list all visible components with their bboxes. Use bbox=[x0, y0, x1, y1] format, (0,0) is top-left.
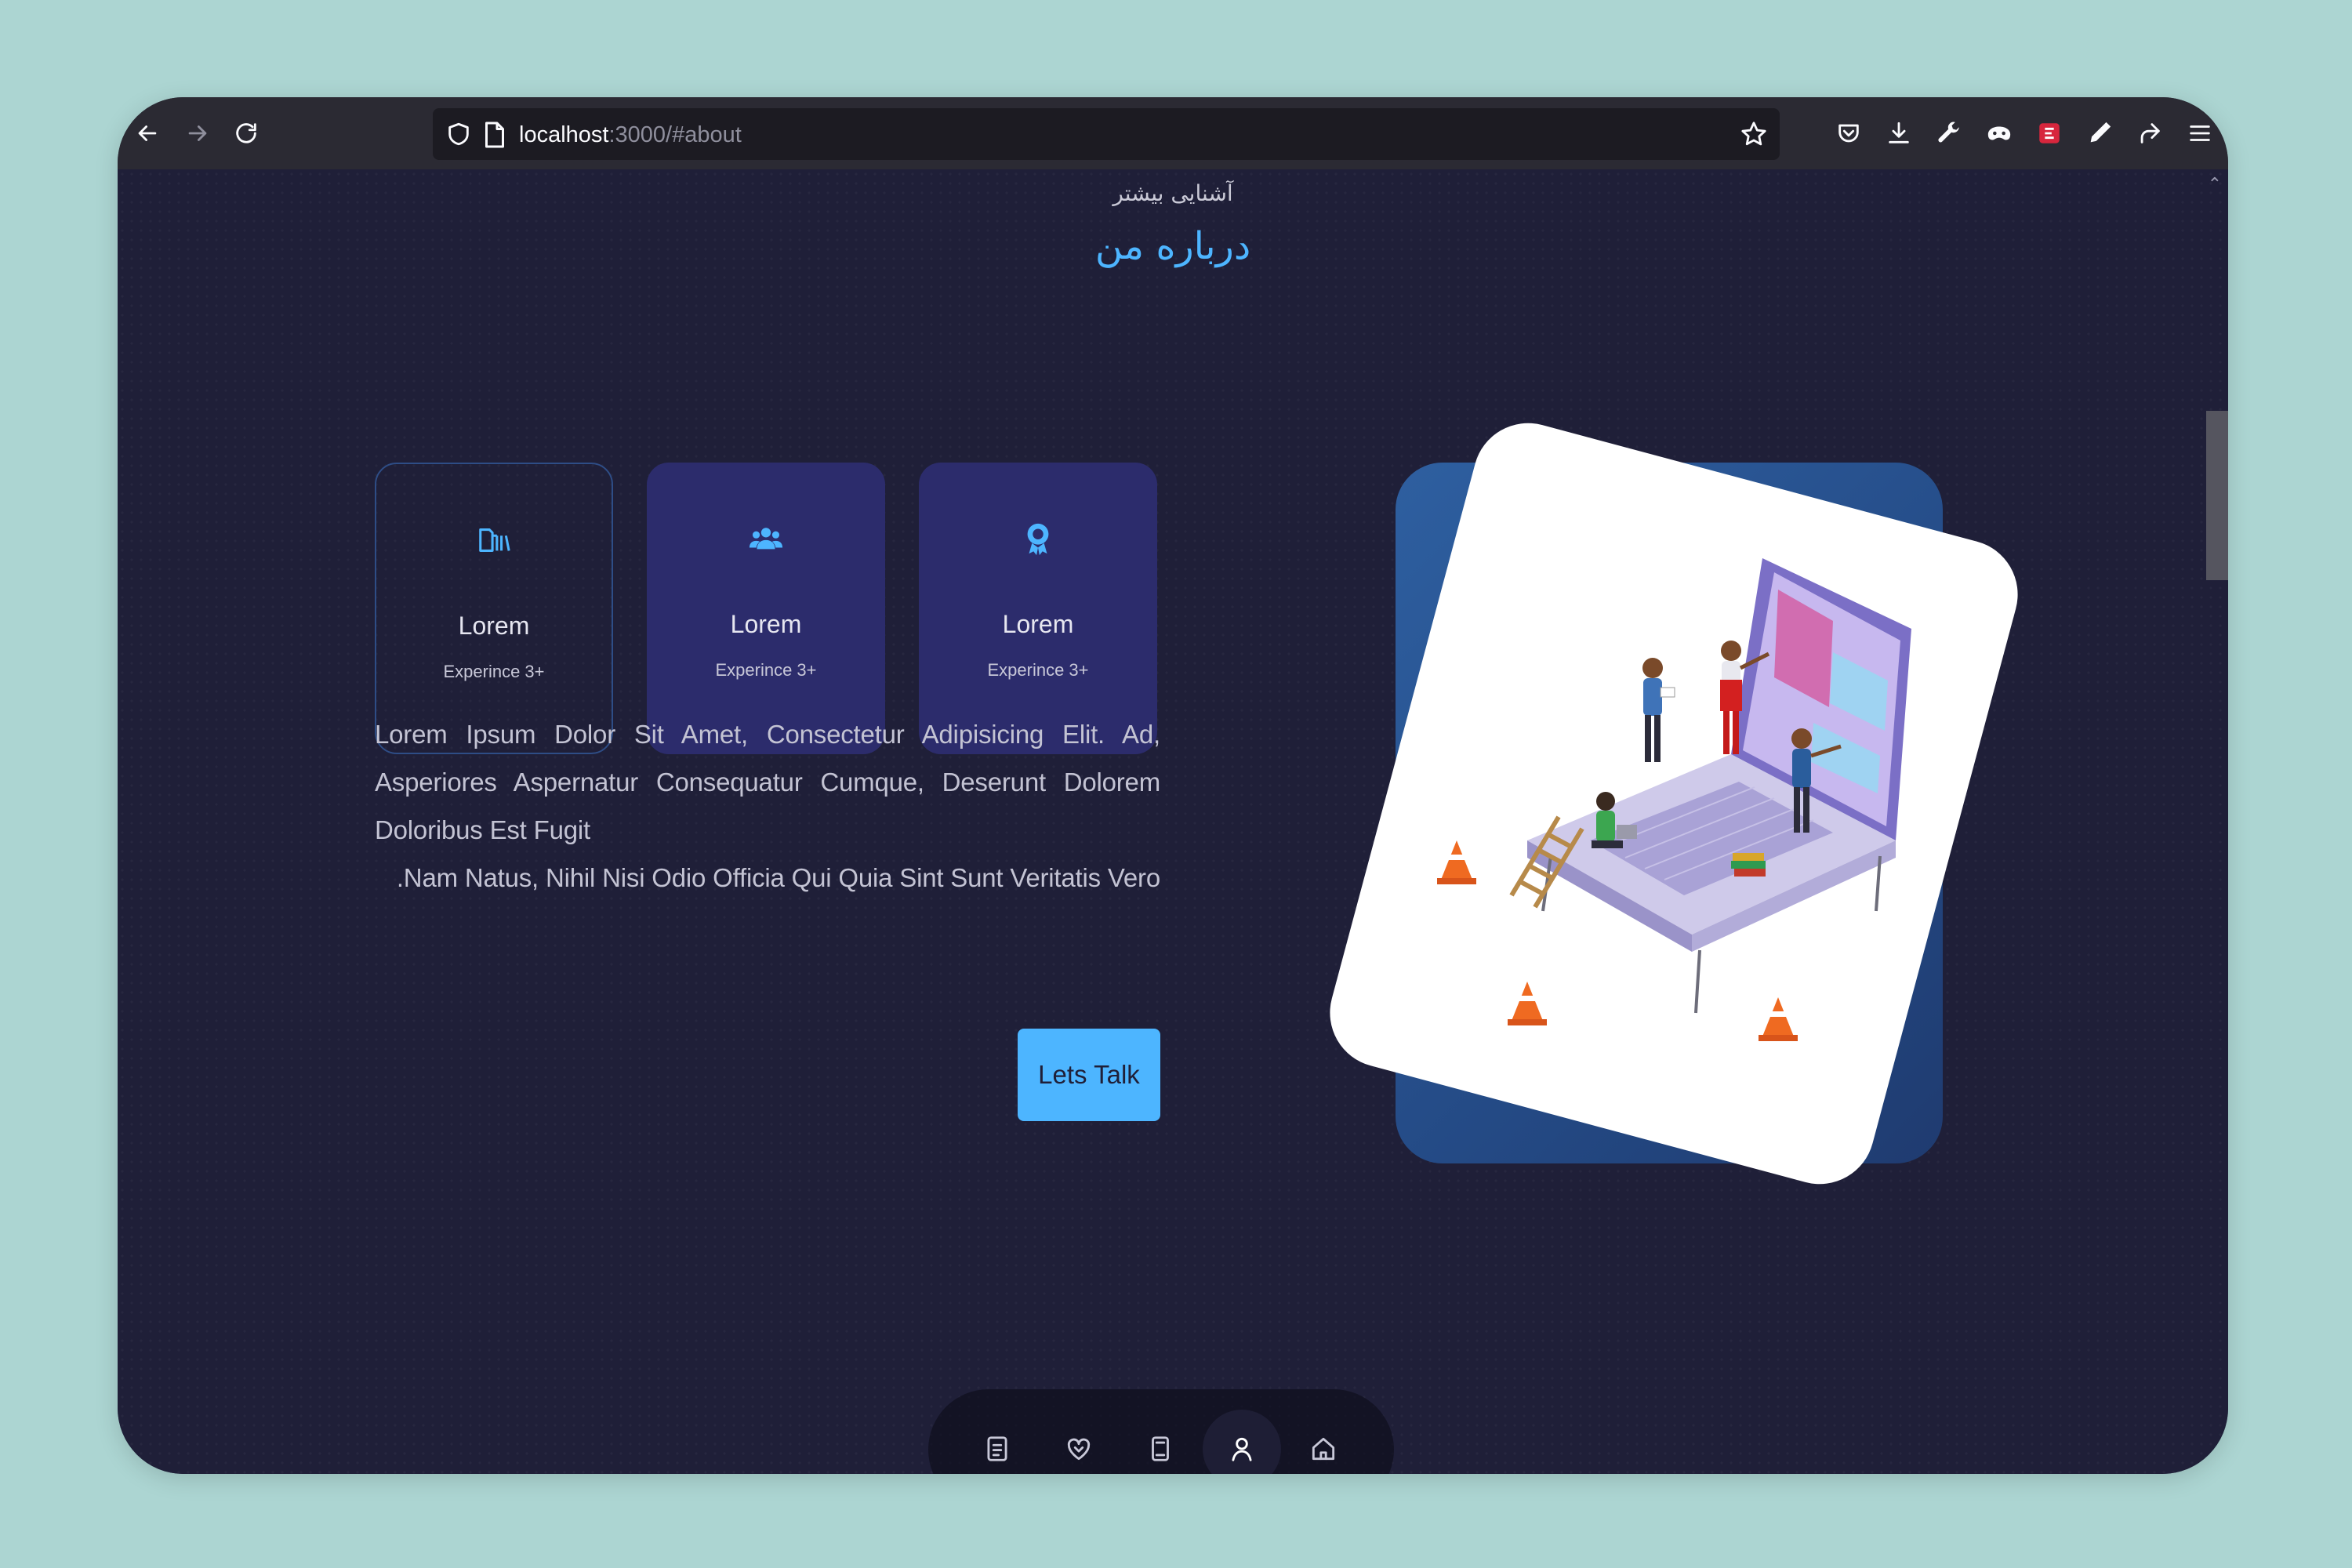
heart-handshake-icon[interactable] bbox=[1040, 1410, 1118, 1474]
page-content: ⌃ آشنایی بیشتر درباره من Lorem Experince… bbox=[118, 169, 2228, 1474]
bookmark-star-icon[interactable] bbox=[1740, 121, 1767, 147]
card-subtitle: Experince 3+ bbox=[443, 662, 545, 681]
red-extension-icon[interactable] bbox=[2034, 118, 2065, 149]
page-icon bbox=[483, 121, 506, 148]
pen-icon[interactable] bbox=[2084, 118, 2115, 149]
file-text-icon[interactable] bbox=[958, 1410, 1036, 1474]
section-subtitle: آشنایی بیشتر bbox=[1112, 180, 1233, 206]
menu-icon[interactable] bbox=[2184, 118, 2216, 149]
url-host: localhost bbox=[519, 122, 609, 147]
share-icon[interactable] bbox=[2134, 118, 2165, 149]
extension-mask-icon[interactable] bbox=[1984, 118, 2015, 149]
bottom-nav bbox=[928, 1389, 1394, 1474]
home-icon[interactable] bbox=[1284, 1410, 1363, 1474]
user-icon[interactable] bbox=[1203, 1410, 1281, 1474]
card-title: Lorem bbox=[458, 612, 530, 640]
about-paragraph: Lorem Ipsum Dolor Sit Amet, Consectetur … bbox=[375, 710, 1160, 902]
about-paragraph-main: Lorem Ipsum Dolor Sit Amet, Consectetur … bbox=[375, 720, 1160, 844]
browser-window: localhost:3000/#about ⌃ آشنایی بیشتر درب… bbox=[118, 97, 2228, 1474]
url-path: :3000/#about bbox=[608, 122, 742, 147]
library-icon bbox=[376, 522, 612, 561]
award-icon bbox=[919, 521, 1157, 560]
reload-icon[interactable] bbox=[230, 118, 262, 149]
card-title: Lorem bbox=[730, 610, 802, 638]
card-subtitle: Experince 3+ bbox=[987, 660, 1089, 680]
scrollbar[interactable]: ⌃ bbox=[2205, 169, 2228, 1474]
section-title: درباره من bbox=[1094, 224, 1251, 268]
browser-toolbar: localhost:3000/#about bbox=[118, 97, 2228, 169]
about-paragraph-last: .Nam Natus, Nihil Nisi Odio Officia Qui … bbox=[396, 863, 1160, 892]
url-bar[interactable]: localhost:3000/#about bbox=[433, 108, 1780, 160]
scrollbar-thumb[interactable] bbox=[2206, 411, 2228, 580]
lets-talk-button[interactable]: Lets Talk bbox=[1018, 1029, 1160, 1121]
team-laptop-illustration bbox=[1437, 558, 1911, 1041]
book-icon[interactable] bbox=[1121, 1410, 1200, 1474]
card-title: Lorem bbox=[1002, 610, 1074, 638]
download-icon[interactable] bbox=[1883, 118, 1915, 149]
users-icon bbox=[647, 521, 885, 560]
shield-icon[interactable] bbox=[445, 121, 472, 147]
back-arrow-icon[interactable] bbox=[132, 118, 163, 149]
forward-arrow-icon[interactable] bbox=[182, 118, 213, 149]
card-subtitle: Experince 3+ bbox=[715, 660, 817, 680]
url-text[interactable]: localhost:3000/#about bbox=[519, 122, 742, 148]
wrench-icon[interactable] bbox=[1933, 118, 1965, 149]
pocket-icon[interactable] bbox=[1833, 118, 1864, 149]
